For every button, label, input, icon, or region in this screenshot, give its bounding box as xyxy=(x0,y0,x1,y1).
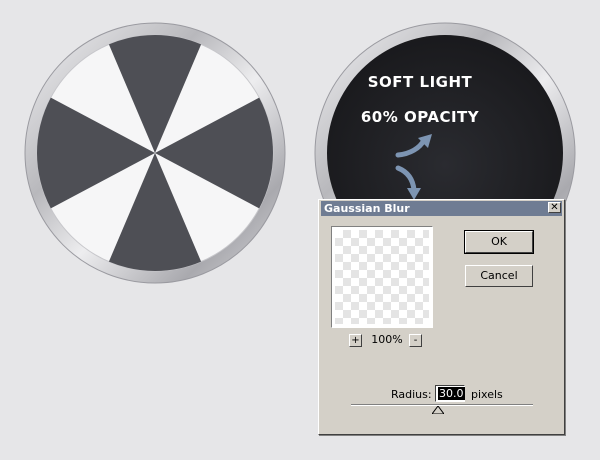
close-icon: ✕ xyxy=(550,202,559,213)
transparency-checkerboard xyxy=(335,230,429,324)
zoom-in-button[interactable]: + xyxy=(349,334,362,347)
radius-value: 30.0 xyxy=(438,387,465,400)
cancel-button[interactable]: Cancel xyxy=(465,265,533,287)
left-disc xyxy=(24,22,286,284)
close-button[interactable]: ✕ xyxy=(548,202,561,213)
zoom-level: 100% xyxy=(371,333,403,346)
radius-input[interactable]: 30.0 xyxy=(435,385,465,402)
filter-preview[interactable] xyxy=(331,226,433,328)
radius-units-label: pixels xyxy=(471,388,503,401)
blend-mode-label: SOFT LIGHT xyxy=(367,73,473,91)
ok-button[interactable]: OK xyxy=(464,230,534,254)
radius-slider-thumb[interactable] xyxy=(432,406,445,414)
minus-icon: - xyxy=(413,335,418,346)
plus-icon: + xyxy=(351,335,360,346)
dialog-title: Gaussian Blur xyxy=(324,202,410,215)
radius-label: Radius: xyxy=(391,388,432,401)
opacity-label: 60% OPACITY xyxy=(360,108,480,126)
zoom-out-button[interactable]: - xyxy=(409,334,422,347)
gaussian-blur-dialog: Gaussian Blur ✕ + 100% - OK Cancel Radiu… xyxy=(318,199,565,435)
dialog-title-bar[interactable]: Gaussian Blur ✕ xyxy=(321,201,562,216)
